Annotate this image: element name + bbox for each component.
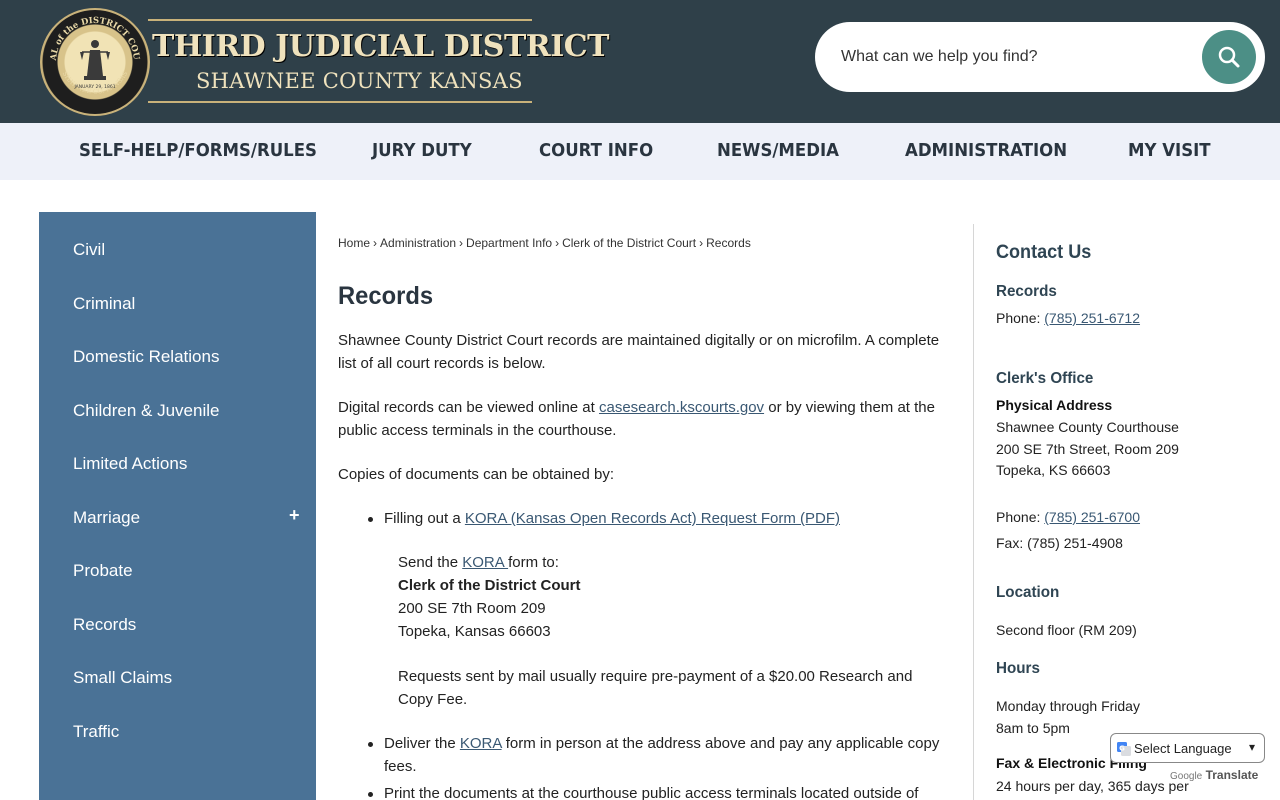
bullet-dot [368, 792, 373, 797]
phone-label: Phone: [996, 310, 1045, 326]
search-input[interactable] [841, 42, 1191, 72]
breadcrumb-separator: › [699, 236, 704, 250]
hours-heading: Hours [996, 660, 1040, 677]
address-line: 200 SE 7th Street, Room 209 [996, 441, 1179, 457]
bullet-dot [368, 742, 373, 747]
send-kora-text: Send the KORA form to: [398, 551, 948, 574]
court-seal-logo[interactable]: SEAL of the DISTRICT COURT SHAWNEE CO. K… [40, 8, 150, 116]
location-text: Second floor (RM 209) [996, 622, 1137, 638]
breadcrumb-records[interactable]: Records [706, 236, 751, 250]
language-select[interactable]: G Select Language ▾ [1110, 733, 1265, 763]
clerk-phone-link[interactable]: (785) 251-6700 [1044, 509, 1140, 525]
translate-link[interactable]: Translate [1206, 768, 1259, 782]
send-text-after: form to: [508, 554, 559, 571]
intro-paragraph: Shawnee County District Court records ar… [338, 332, 940, 372]
google-translate-icon: G [1117, 742, 1131, 756]
address-name: Clerk of the District Court [398, 577, 581, 594]
breadcrumb-separator: › [555, 236, 560, 250]
records-phone-link[interactable]: (785) 251-6712 [1044, 310, 1140, 326]
page-title: Records [338, 282, 434, 310]
sidebar: Civil Criminal Domestic Relations Childr… [39, 212, 316, 800]
records-phone: Phone: (785) 251-6712 [996, 310, 1140, 326]
breadcrumb-separator: › [459, 236, 464, 250]
bullet2-text-before: Deliver the [384, 735, 460, 752]
nav-item-court-info[interactable]: COURT INFO [539, 140, 653, 161]
bullet1-text: Filling out a [384, 510, 465, 527]
breadcrumb-department-info[interactable]: Department Info [466, 236, 552, 250]
main-nav: SELF-HELP/FORMS/RULES JURY DUTY COURT IN… [0, 123, 1280, 180]
address-line-1: 200 SE 7th Room 209 [398, 600, 546, 617]
nav-item-administration[interactable]: ADMINISTRATION [905, 140, 1067, 161]
clerk-phone: Phone: (785) 251-6700 [996, 509, 1140, 525]
address-line: Shawnee County Courthouse [996, 419, 1179, 435]
records-heading: Records [996, 283, 1057, 300]
clerk-office-heading: Clerk's Office [996, 370, 1094, 387]
bullet-item-3: Print the documents at the courthouse pu… [384, 785, 919, 800]
breadcrumb-home[interactable]: Home [338, 236, 370, 250]
breadcrumb-separator: › [373, 236, 378, 250]
sidebar-item-small-claims[interactable]: Small Claims [73, 668, 172, 688]
sidebar-item-limited-actions[interactable]: Limited Actions [73, 454, 187, 474]
nav-item-jury-duty[interactable]: JURY DUTY [372, 140, 472, 161]
digital-records-paragraph: Digital records can be viewed online at … [338, 396, 952, 442]
kora-link-2[interactable]: KORA [460, 735, 502, 752]
expand-icon[interactable]: + [289, 505, 300, 526]
mail-fee-note: Requests sent by mail usually require pr… [398, 668, 913, 708]
language-select-label: Select Language [1134, 741, 1232, 756]
sidebar-item-criminal[interactable]: Criminal [73, 294, 135, 314]
address-line-2: Topeka, Kansas 66603 [398, 623, 551, 640]
kora-form-link[interactable]: KORA (Kansas Open Records Act) Request F… [465, 510, 840, 527]
site-title: THIRD JUDICIAL DISTRICT [152, 29, 609, 64]
powered-by-google: Google Translate [1170, 768, 1258, 782]
fax-number: Fax: (785) 251-4908 [996, 535, 1123, 551]
breadcrumb: Home › Administration › Department Info › Cler… [338, 236, 751, 250]
svg-text:G: G [1119, 745, 1125, 753]
physical-address-label: Physical Address [996, 397, 1113, 413]
breadcrumb-clerk[interactable]: Clerk of the District Court [562, 236, 696, 250]
digital-text-before: Digital records can be viewed online at [338, 399, 599, 416]
phone-label: Phone: [996, 509, 1045, 525]
kora-link[interactable]: KORA [462, 554, 508, 571]
sidebar-item-records[interactable]: Records [73, 615, 136, 635]
location-heading: Location [996, 584, 1060, 601]
bullet-item-2: Deliver the KORA form in person at the a… [384, 732, 952, 778]
search-icon [1218, 46, 1240, 68]
copies-intro: Copies of documents can be obtained by: [338, 466, 615, 483]
hours-days: Monday through Friday [996, 698, 1140, 714]
nav-item-news-media[interactable]: NEWS/MEDIA [717, 140, 839, 161]
sidebar-item-traffic[interactable]: Traffic [73, 722, 119, 742]
sidebar-item-probate[interactable]: Probate [73, 561, 133, 581]
contact-title: Contact Us [996, 242, 1092, 263]
google-wordmark: Google [1170, 771, 1203, 782]
site-banner[interactable]: THIRD JUDICIAL DISTRICT SHAWNEE COUNTY K… [148, 19, 609, 103]
site-subtitle: SHAWNEE COUNTY KANSAS [196, 69, 523, 93]
sidebar-item-children-juvenile[interactable]: Children & Juvenile [73, 401, 219, 421]
nav-item-my-visit[interactable]: MY VISIT [1128, 140, 1211, 161]
search-bar [815, 22, 1265, 92]
fax-filing-text: 24 hours per day, 365 days per [996, 778, 1189, 794]
seal-date: JANUARY 29, 1861 [73, 84, 115, 90]
address-line: Topeka, KS 66603 [996, 462, 1111, 478]
breadcrumb-administration[interactable]: Administration [380, 236, 456, 250]
chevron-down-icon: ▾ [1249, 740, 1256, 754]
column-divider [973, 224, 974, 800]
search-button[interactable] [1202, 30, 1256, 84]
justice-figure-icon [80, 40, 110, 80]
bullet-dot [368, 517, 373, 522]
hours-time: 8am to 5pm [996, 720, 1070, 736]
bullet-item-1: Filling out a KORA (Kansas Open Records … [384, 507, 952, 530]
site-header: SEAL of the DISTRICT COURT SHAWNEE CO. K… [0, 0, 1280, 123]
sidebar-item-marriage[interactable]: Marriage [73, 508, 140, 528]
send-text-before: Send the [398, 554, 463, 571]
sidebar-item-civil[interactable]: Civil [73, 240, 105, 260]
nav-item-self-help[interactable]: SELF-HELP/FORMS/RULES [79, 140, 317, 161]
casesearch-link[interactable]: casesearch.kscourts.gov [599, 399, 764, 416]
sidebar-item-domestic-relations[interactable]: Domestic Relations [73, 347, 219, 367]
